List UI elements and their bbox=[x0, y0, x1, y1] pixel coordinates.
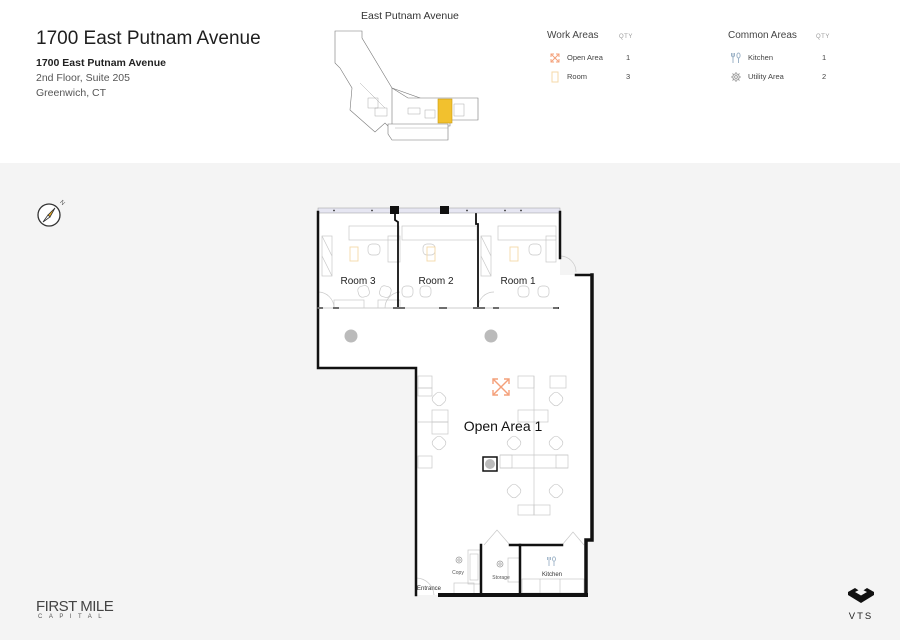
legend-item-kitchen: Kitchen 1 bbox=[730, 52, 880, 64]
open-area-label: Open Area 1 bbox=[464, 418, 543, 434]
vts-logo-icon bbox=[848, 588, 874, 603]
room-1-label: Room 1 bbox=[500, 276, 535, 287]
column bbox=[484, 329, 498, 343]
keyplan-map bbox=[334, 30, 479, 141]
legend-item-open-area: Open Area 1 bbox=[549, 52, 689, 64]
legend-qty-label: QTY bbox=[619, 34, 633, 40]
address-suite: 2nd Floor, Suite 205 bbox=[36, 72, 130, 84]
storage-label: Storage bbox=[492, 575, 510, 581]
legend-qty: 1 bbox=[822, 53, 827, 62]
kitchen-icon bbox=[731, 52, 741, 63]
vts-logo: VTS bbox=[845, 588, 877, 622]
keyplan-wing-bottom bbox=[387, 123, 449, 141]
room-icon bbox=[551, 71, 559, 83]
legend-label: Room bbox=[567, 72, 588, 81]
legend-heading-common-areas: Common Areas bbox=[728, 30, 797, 41]
vts-logo-text: VTS bbox=[848, 611, 874, 622]
landlord-logo: FIRST MILE CAPITAL bbox=[36, 598, 114, 620]
legend-qty-label: QTY bbox=[816, 34, 830, 40]
address-building: 1700 East Putnam Avenue bbox=[36, 57, 166, 69]
landlord-logo-sub: CAPITAL bbox=[38, 614, 109, 620]
room-3-label: Room 3 bbox=[340, 276, 375, 287]
window-strip bbox=[317, 207, 561, 214]
landlord-logo-name: FIRST MILE bbox=[36, 598, 114, 615]
legend-heading-work-areas: Work Areas bbox=[547, 30, 599, 41]
legend-label: Utility Area bbox=[748, 72, 784, 81]
legend-label: Open Area bbox=[567, 53, 603, 62]
page-title: 1700 East Putnam Avenue bbox=[36, 28, 261, 49]
address-city: Greenwich, CT bbox=[36, 87, 107, 99]
suite-floor bbox=[318, 212, 592, 595]
column bbox=[390, 206, 399, 214]
keyplan-suite-highlight bbox=[437, 98, 453, 124]
room-2-label: Room 2 bbox=[418, 276, 453, 287]
compass-icon: N bbox=[37, 200, 65, 227]
legend-common-areas: Common Areas QTY Kitchen 1 Utility Area … bbox=[728, 30, 888, 90]
header: 1700 East Putnam Avenue 1700 East Putnam… bbox=[0, 0, 900, 163]
entrance-label: Entrance bbox=[417, 586, 442, 592]
kitchen-label: Kitchen bbox=[542, 572, 562, 578]
utility-gear-icon bbox=[731, 72, 741, 82]
legend-qty: 2 bbox=[822, 72, 827, 81]
legend-qty: 1 bbox=[626, 53, 631, 62]
open-area-icon bbox=[550, 53, 560, 63]
floor-plan: Room 3 Room 2 Room 1 Open Area 1 Copy St… bbox=[316, 206, 594, 597]
legend-work-areas: Work Areas QTY Open Area 1 Room 3 bbox=[547, 30, 697, 90]
legend-item-room: Room 3 bbox=[549, 71, 689, 83]
keyplan-title: East Putnam Avenue bbox=[361, 10, 459, 22]
column bbox=[344, 329, 358, 343]
compass-north-label: N bbox=[58, 200, 65, 207]
legend-label: Kitchen bbox=[748, 53, 774, 62]
column bbox=[440, 206, 449, 214]
legend-item-utility-area: Utility Area 2 bbox=[730, 71, 880, 83]
copy-label: Copy bbox=[452, 570, 464, 576]
legend-qty: 3 bbox=[626, 72, 631, 81]
